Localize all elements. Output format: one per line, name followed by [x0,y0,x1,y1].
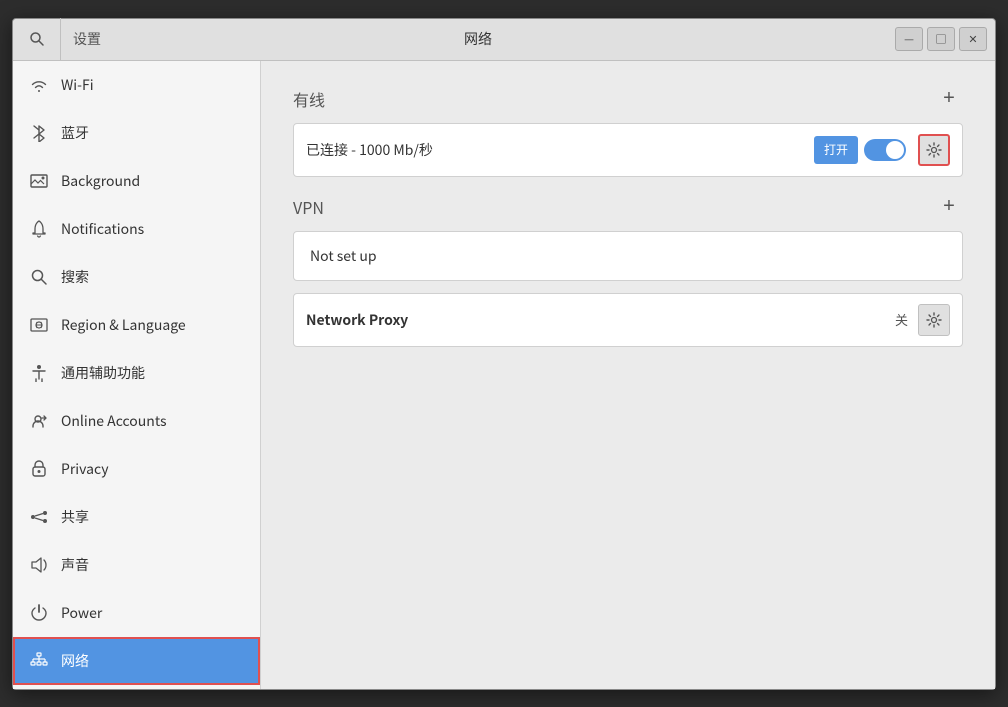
sidebar-item-network[interactable]: 网络 [13,637,260,685]
background-icon [29,171,49,191]
sidebar-item-sound[interactable]: 声音 [13,541,260,589]
vpn-section: VPN + Not set up Network Proxy 关 [293,193,963,347]
sidebar-item-privacy[interactable]: Privacy [13,445,260,493]
sidebar-label-sharing: 共享 [61,507,89,527]
sidebar-item-power[interactable]: Power [13,589,260,637]
sidebar-label-network: 网络 [61,651,89,671]
toggle-container: 打开 [814,134,950,166]
proxy-status: 关 [895,310,908,329]
accessibility-icon [29,363,49,383]
close-button[interactable]: ✕ [959,27,987,51]
sidebar-item-bluetooth[interactable]: 蓝牙 [13,109,260,157]
vpn-add-button[interactable]: + [935,193,963,221]
vpn-section-title: VPN [293,195,324,219]
wired-section-header: 有线 + [293,85,963,113]
sidebar-label-bluetooth: 蓝牙 [61,123,89,143]
sidebar-item-online-accounts[interactable]: Online Accounts [13,397,260,445]
maximize-button[interactable]: □ [927,27,955,51]
content-area: Wi-Fi 蓝牙 [13,61,995,689]
vpn-not-setup-row: Not set up [294,232,962,280]
sidebar-label-online-accounts: Online Accounts [61,411,167,431]
sidebar-item-search[interactable]: 搜索 [13,253,260,301]
minimize-button[interactable]: — [895,27,923,51]
wired-add-button[interactable]: + [935,85,963,113]
sidebar: Wi-Fi 蓝牙 [13,61,261,689]
search-icon [29,267,49,287]
main-window: 设置 网络 — □ ✕ Wi-Fi [12,18,996,690]
vpn-card: Not set up [293,231,963,281]
search-button[interactable] [13,18,61,60]
sidebar-label-search: 搜索 [61,267,89,287]
power-icon [29,603,49,623]
network-icon [29,651,49,671]
wifi-icon [29,75,49,95]
wired-card: 已连接 - 1000 Mb/秒 打开 [293,123,963,177]
wired-status-label: 已连接 - 1000 Mb/秒 [306,140,814,160]
sidebar-label-wifi: Wi-Fi [61,75,94,95]
online-accounts-icon [29,411,49,431]
wired-toggle-switch[interactable] [864,139,906,161]
titlebar-controls: — □ ✕ [895,27,987,51]
sharing-icon [29,507,49,527]
sidebar-label-notifications: Notifications [61,219,144,239]
wired-gear-button[interactable] [918,134,950,166]
bluetooth-icon [29,123,49,143]
proxy-label: Network Proxy [306,310,895,330]
region-icon [29,315,49,335]
titlebar: 设置 网络 — □ ✕ [13,19,995,61]
sidebar-item-accessibility[interactable]: 通用辅助功能 [13,349,260,397]
wired-toggle-button[interactable]: 打开 [814,136,858,164]
vpn-section-header: VPN + [293,193,963,221]
proxy-gear-button[interactable] [918,304,950,336]
wired-row: 已连接 - 1000 Mb/秒 打开 [294,124,962,176]
proxy-row: Network Proxy 关 [294,294,962,346]
sound-icon [29,555,49,575]
sidebar-item-notifications[interactable]: Notifications [13,205,260,253]
sidebar-item-region[interactable]: Region & Language [13,301,260,349]
proxy-card: Network Proxy 关 [293,293,963,347]
titlebar-center: 设置 网络 [61,29,895,49]
app-name-label: 设置 [61,29,101,49]
sidebar-item-background[interactable]: Background [13,157,260,205]
notifications-icon [29,219,49,239]
sidebar-label-sound: 声音 [61,555,89,575]
page-title: 网络 [464,29,492,49]
sidebar-item-sharing[interactable]: 共享 [13,493,260,541]
privacy-icon [29,459,49,479]
sidebar-label-privacy: Privacy [61,459,109,479]
vpn-not-setup-label: Not set up [310,246,377,266]
sidebar-label-power: Power [61,603,102,623]
sidebar-label-background: Background [61,171,140,191]
sidebar-label-accessibility: 通用辅助功能 [61,363,145,383]
sidebar-label-region: Region & Language [61,315,186,335]
wired-section-title: 有线 [293,87,325,111]
sidebar-item-wifi[interactable]: Wi-Fi [13,61,260,109]
main-panel: 有线 + 已连接 - 1000 Mb/秒 打开 [261,61,995,689]
